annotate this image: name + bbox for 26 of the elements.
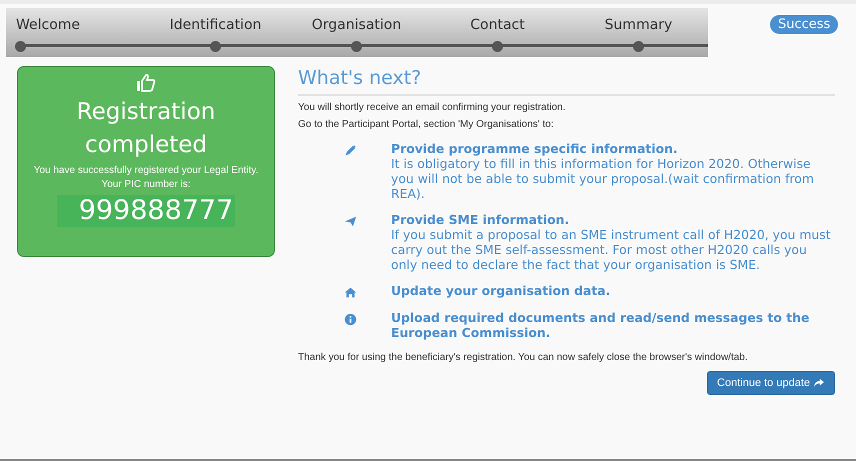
- action-title: Upload required documents and read/send messages to the European Commission.: [391, 310, 810, 340]
- action-title: Provide SME information.: [391, 212, 570, 227]
- step-label: Contact: [470, 17, 525, 33]
- paper-plane-icon: [344, 215, 357, 228]
- home-icon: [344, 286, 357, 299]
- info-text: Go to the Participant Portal, section 'My Organisations' to:: [298, 119, 555, 130]
- section-heading: What's next?: [298, 66, 835, 96]
- pencil-icon: [344, 144, 357, 157]
- info-text: You will shortly receive an email confirming your registration.: [298, 102, 567, 113]
- step-label: Organisation: [312, 17, 402, 33]
- card-message: You have successfully registered your Legal Entity. Your PIC number is:: [32, 164, 260, 192]
- step-label: Summary: [604, 17, 672, 33]
- step-label: Welcome: [16, 17, 80, 33]
- action-title: Update your organisation data.: [391, 283, 612, 298]
- action-description: It is obligatory to fill in this information for Horizon 2020. Otherwise you will not be able to submit your proposal.(wait confirmation from REA).: [391, 156, 815, 201]
- step-label: Identification: [170, 17, 262, 33]
- continue-button[interactable]: Continue to update: [707, 371, 835, 395]
- pic-number: 999888777: [56, 195, 236, 227]
- card-title: Registration completed: [76, 98, 216, 160]
- status-badge: Success: [770, 15, 838, 34]
- thumbs-up-icon: [136, 73, 156, 93]
- action-description: If you submit a proposal to an SME instrument call of H2020, you must carry out the SME self-assessment. For most other H2020 calls you only need to declare the fact that your organisation is SME.: [391, 227, 832, 272]
- closing-text: Thank you for using the beneficiary's registration. You can now safely close the browser's window/tab.: [298, 352, 749, 363]
- info-icon: [344, 313, 357, 326]
- action-title: Provide programme specific information.: [391, 141, 679, 156]
- share-arrow-icon: [813, 378, 825, 388]
